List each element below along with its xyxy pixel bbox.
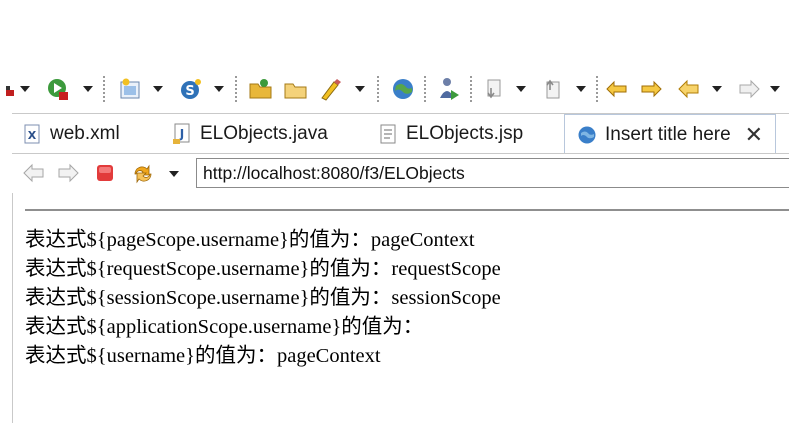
url-input[interactable]: http://localhost:8080/f3/ELObjects xyxy=(196,158,789,188)
tab-web-xml[interactable]: X web.xml xyxy=(24,114,120,154)
tab-label: ELObjects.jsp xyxy=(406,123,524,144)
new-class-icon[interactable]: S xyxy=(178,75,204,103)
horizontal-rule xyxy=(25,209,789,211)
toolbar-separator xyxy=(596,76,598,102)
search-icon[interactable] xyxy=(318,75,344,103)
next-annotation-dropdown-icon[interactable] xyxy=(516,86,526,92)
previous-annotation-icon[interactable] xyxy=(541,75,567,103)
refresh-dropdown-icon[interactable] xyxy=(169,171,179,177)
debug-dropdown-icon[interactable] xyxy=(20,86,30,92)
toolbar-separator xyxy=(103,76,105,102)
search-dropdown-icon[interactable] xyxy=(355,86,365,92)
person-run-icon[interactable] xyxy=(435,75,461,103)
output-line: 表达式${requestScope.username}的值为：requestSc… xyxy=(25,258,501,280)
forward-edit-icon[interactable] xyxy=(638,75,664,103)
toolbar-separator xyxy=(377,76,379,102)
run-dropdown-icon[interactable] xyxy=(83,86,93,92)
java-file-icon: J xyxy=(173,123,190,144)
browser-toolbar: http://localhost:8080/f3/ELObjects xyxy=(12,153,789,194)
output-line: 表达式${username}的值为：pageContext xyxy=(25,345,381,367)
output-line: 表达式${sessionScope.username}的值为：sessionSc… xyxy=(25,287,501,309)
new-wizard-icon[interactable] xyxy=(118,75,144,103)
new-class-dropdown-icon[interactable] xyxy=(214,86,224,92)
output-line: 表达式${applicationScope.username}的值为： xyxy=(25,316,424,338)
jsp-file-icon xyxy=(380,124,396,144)
tab-label: web.xml xyxy=(50,123,120,144)
tab-insert-title-here[interactable]: Insert title here ✕ xyxy=(564,114,777,155)
close-icon[interactable]: ✕ xyxy=(745,124,763,146)
run-icon[interactable] xyxy=(45,75,71,103)
forward-icon[interactable] xyxy=(736,75,762,103)
toolbar-separator xyxy=(235,76,237,102)
svg-text:X: X xyxy=(28,129,37,142)
tab-elobjects-jsp[interactable]: ELObjects.jsp xyxy=(380,114,523,154)
globe-icon xyxy=(578,126,596,144)
svg-text:J: J xyxy=(179,127,184,141)
tab-label: Insert title here xyxy=(605,124,731,145)
back-icon[interactable] xyxy=(22,162,46,184)
toolbar-separator xyxy=(470,76,472,102)
main-toolbar: S xyxy=(0,64,789,114)
xml-file-icon: X xyxy=(24,124,40,144)
open-type-icon[interactable] xyxy=(248,75,274,103)
back-dropdown-icon[interactable] xyxy=(712,86,722,92)
tab-label: ELObjects.java xyxy=(200,123,328,144)
web-page-content: 表达式${pageScope.username}的值为：pageContext … xyxy=(12,193,789,423)
forward-dropdown-icon[interactable] xyxy=(770,86,780,92)
globe-icon[interactable] xyxy=(390,75,416,103)
output-line: 表达式${pageScope.username}的值为：pageContext xyxy=(25,229,475,251)
output-lines: 表达式${pageScope.username}的值为：pageContext … xyxy=(25,226,501,371)
eclipse-window: S X web.xml J ELObjects.java ELObjects.j… xyxy=(0,0,789,423)
last-edit-icon[interactable] xyxy=(604,75,630,103)
new-wizard-dropdown-icon[interactable] xyxy=(153,86,163,92)
previous-annotation-dropdown-icon[interactable] xyxy=(576,86,586,92)
refresh-icon[interactable] xyxy=(130,162,156,186)
back-icon[interactable] xyxy=(676,75,702,103)
svg-text:S: S xyxy=(185,84,194,99)
next-annotation-icon[interactable] xyxy=(482,75,508,103)
toolbar-separator xyxy=(424,76,426,102)
stop-icon[interactable] xyxy=(96,164,114,182)
open-folder-icon[interactable] xyxy=(283,75,309,103)
forward-icon[interactable] xyxy=(56,162,80,184)
tab-elobjects-java[interactable]: J ELObjects.java xyxy=(172,114,328,154)
editor-tab-bar: X web.xml J ELObjects.java ELObjects.jsp xyxy=(12,113,789,155)
